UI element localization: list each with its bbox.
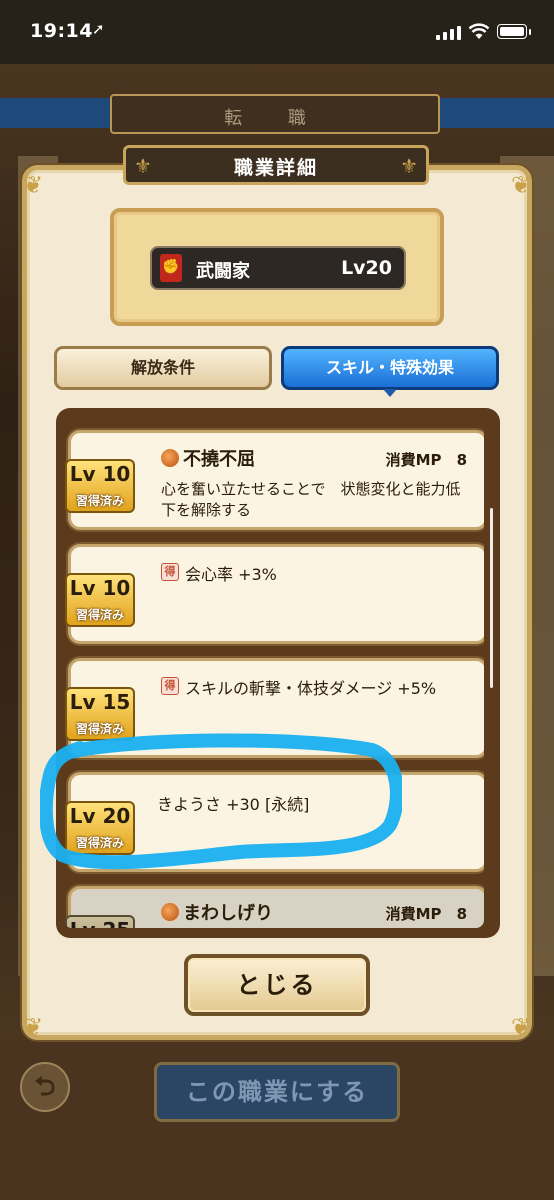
status-time: 19:14 <box>30 20 93 42</box>
modal-title-plate: ⚜ 職業詳細 ⚜ <box>123 145 429 185</box>
level-badge: Lv 25 <box>65 915 135 928</box>
mp-value: 8 <box>456 451 467 469</box>
job-name: 武闘家 <box>196 261 250 282</box>
tab-selected-caret-icon <box>383 389 397 397</box>
level-badge: Lv 10 習得済み <box>65 573 135 627</box>
job-level: Lv20 <box>341 257 392 279</box>
job-plate: ✊ 武闘家 Lv20 <box>110 208 444 326</box>
battery-icon <box>497 24 531 39</box>
skill-list-frame: Lv 10 習得済み 不撓不屈 消費MP 8 心を奮い立たせることで 状態変化と… <box>56 408 500 938</box>
skill-name: まわしげり <box>183 903 273 924</box>
level-badge-number: Lv 10 <box>69 576 131 600</box>
skill-name: 不撓不屈 <box>183 449 255 470</box>
fist-crest-icon: ✊ <box>160 254 182 282</box>
mp-label: 消費MP <box>385 451 442 469</box>
list-item[interactable]: Lv 10 習得済み 得 会心率 +3% <box>65 544 484 644</box>
corner-ornament-icon: ❦ <box>510 1013 532 1041</box>
background-title-plate: 転 職 <box>110 94 440 134</box>
skill-mp-cost: 消費MP 8 <box>386 903 467 924</box>
cellular-signal-icon <box>436 24 464 40</box>
list-item[interactable]: Lv 25 まわしげり 消費MP 8 <box>65 886 484 928</box>
perk-text: スキルの斬撃・体技ダメージ +5% <box>185 679 437 698</box>
level-badge-learned: 習得済み <box>75 494 124 508</box>
list-item[interactable]: Lv 15 習得済み 得 スキルの斬撃・体技ダメージ +5% <box>65 658 484 758</box>
scrollbar[interactable] <box>490 508 493 688</box>
list-item[interactable]: Lv 20 習得済み きようさ +30 [永続] <box>65 772 484 872</box>
perk-icon: 得 <box>161 677 179 695</box>
job-bar: ✊ 武闘家 Lv20 <box>150 246 406 290</box>
skill-orb-icon <box>161 449 179 467</box>
level-badge-learned: 習得済み <box>75 608 124 622</box>
status-bar: 19:14 ➚ <box>0 0 554 64</box>
corner-ornament-icon: ❦ <box>510 171 532 199</box>
modal-title: 職業詳細 <box>233 157 318 179</box>
close-button[interactable]: とじる <box>184 954 370 1016</box>
skill-orb-icon <box>161 903 179 921</box>
level-badge: Lv 20 習得済み <box>65 801 135 855</box>
corner-ornament-icon: ❦ <box>22 171 44 199</box>
skill-list[interactable]: Lv 10 習得済み 不撓不屈 消費MP 8 心を奮い立たせることで 状態変化と… <box>64 418 484 928</box>
level-badge-number: Lv 15 <box>69 690 131 714</box>
skill-description: 心を奮い立たせることで 状態変化と能力低下を解除する <box>161 480 461 519</box>
tab-skills-effects[interactable]: スキル・特殊効果 <box>281 346 499 390</box>
perk-text: きようさ +30 [永続] <box>157 795 310 814</box>
level-badge-learned: 習得済み <box>75 836 124 850</box>
level-badge-number: Lv 10 <box>69 462 131 486</box>
corner-ornament-icon: ❦ <box>22 1013 44 1041</box>
level-badge: Lv 10 習得済み <box>65 459 135 513</box>
perk-text: 会心率 +3% <box>185 565 277 584</box>
level-badge: Lv 15 習得済み <box>65 687 135 741</box>
background-screen-title: 転 職 <box>224 108 326 129</box>
perk-icon: 得 <box>161 563 179 581</box>
mp-value: 8 <box>456 905 467 923</box>
choose-job-button[interactable]: この職業にする <box>154 1062 400 1122</box>
skill-mp-cost: 消費MP 8 <box>386 449 467 470</box>
fleur-de-lis-icon: ⚜ <box>400 154 418 178</box>
wifi-icon <box>468 23 490 39</box>
tab-unlock-conditions[interactable]: 解放条件 <box>54 346 272 390</box>
mp-label: 消費MP <box>385 905 442 923</box>
level-badge-number: Lv 25 <box>67 918 133 928</box>
location-arrow-icon: ➚ <box>92 20 105 38</box>
back-button[interactable]: ⮌ <box>20 1062 70 1112</box>
level-badge-learned: 習得済み <box>75 722 124 736</box>
list-item[interactable]: Lv 10 習得済み 不撓不屈 消費MP 8 心を奮い立たせることで 状態変化と… <box>65 430 484 530</box>
level-badge-number: Lv 20 <box>69 804 131 828</box>
